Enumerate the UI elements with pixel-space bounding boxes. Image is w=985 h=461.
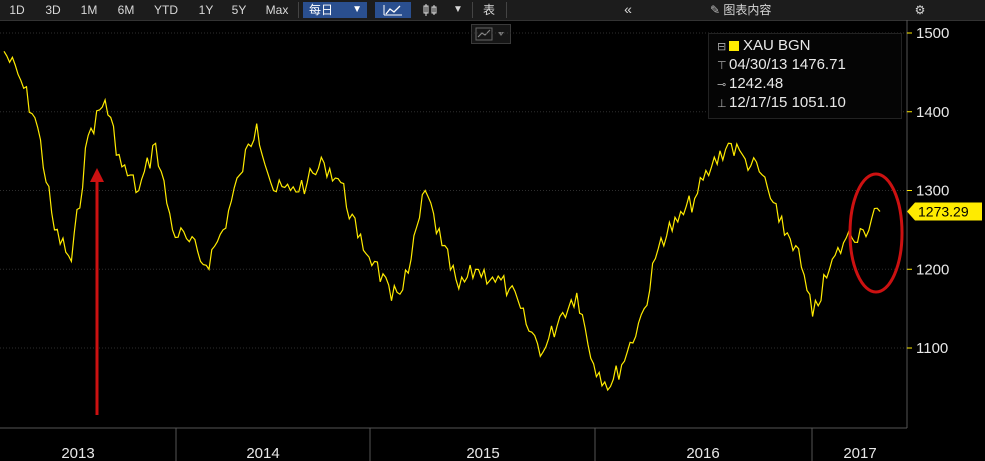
- range-ytd-button[interactable]: YTD: [149, 2, 183, 18]
- chart-content-label: 图表内容: [723, 3, 772, 17]
- gear-icon: ⚙: [914, 3, 926, 17]
- chevron-down-icon: ▼: [352, 4, 362, 15]
- candlestick-chart-button[interactable]: [418, 2, 444, 18]
- x-tick-label-2015: 2015: [466, 445, 499, 461]
- legend-high-date: 04/30/13: [729, 56, 788, 73]
- x-axis-ticks: 2013 2014 2015 2016 2017: [61, 428, 877, 461]
- x-tick-label-2014: 2014: [246, 445, 279, 461]
- legend-series-row: ⊟ XAU BGN: [717, 37, 811, 55]
- range-6m-button[interactable]: 6M: [112, 2, 140, 18]
- toolbar-divider: [506, 2, 507, 18]
- y-tick-label-1200: 1200: [916, 261, 949, 278]
- collapse-panel-button[interactable]: «: [610, 2, 646, 18]
- range-1y-button[interactable]: 1Y: [193, 2, 219, 18]
- legend-toggle-icon[interactable]: ⊟: [717, 38, 729, 56]
- toolbar-divider: [472, 2, 473, 18]
- legend-high-row: ⊤ 04/30/13 1476.71: [717, 56, 846, 74]
- legend-average-row: ⊸ 1242.48: [717, 75, 783, 93]
- legend-average-value: 1242.48: [729, 75, 784, 92]
- chart-type-chevron-icon[interactable]: ▼: [451, 2, 465, 18]
- annotation-arrow-head: [90, 168, 104, 182]
- average-marker-icon: ⊸: [717, 79, 727, 91]
- legend-box: ⊟ XAU BGN ⊤ 04/30/13 1476.71 ⊸ 1242.48 ⊥ 12/…: [708, 33, 902, 119]
- high-marker-icon: ⊤: [717, 60, 727, 72]
- range-5y-button[interactable]: 5Y: [226, 2, 252, 18]
- x-tick-label-2017: 2017: [843, 445, 876, 461]
- line-chart-type-button[interactable]: [375, 2, 411, 18]
- y-tick-label-1300: 1300: [916, 183, 949, 200]
- legend-low-value: 1051.10: [791, 94, 846, 111]
- legend-high-value: 1476.71: [791, 56, 846, 73]
- low-marker-icon: ⊥: [717, 98, 727, 110]
- last-value-label: 1273.29: [918, 204, 969, 220]
- table-view-button[interactable]: 表: [478, 2, 500, 18]
- legend-low-row: ⊥ 12/17/15 1051.10: [717, 94, 846, 112]
- chart-content-button[interactable]: ✎ 图表内容: [710, 2, 830, 18]
- settings-gear-button[interactable]: ⚙: [908, 2, 932, 18]
- line-chart-icon: [383, 5, 402, 16]
- candlestick-icon: [423, 4, 437, 16]
- y-tick-label-1400: 1400: [916, 104, 949, 121]
- y-tick-label-1500: 1500: [916, 25, 949, 42]
- legend-series-name: XAU BGN: [743, 37, 811, 54]
- pencil-icon: ✎: [710, 3, 724, 17]
- x-tick-label-2013: 2013: [61, 445, 94, 461]
- y-tick-label-1100: 1100: [916, 340, 948, 357]
- y-axis-ticks: 1100 1200 1300 1400 1500: [907, 25, 949, 357]
- range-3d-button[interactable]: 3D: [40, 2, 66, 18]
- chart-toolbar: 1D 3D 1M 6M YTD 1Y 5Y Max 每日 ▼ ▼ 表 « ✎ 图…: [0, 0, 985, 21]
- last-value-tag: 1273.29: [907, 202, 982, 221]
- legend-low-date: 12/17/15: [729, 94, 788, 111]
- frequency-label: 每日: [309, 3, 334, 17]
- legend-swatch: [729, 41, 739, 51]
- frequency-dropdown[interactable]: 每日 ▼: [303, 2, 367, 18]
- range-max-button[interactable]: Max: [260, 2, 294, 18]
- x-tick-label-2016: 2016: [686, 445, 719, 461]
- range-1d-button[interactable]: 1D: [4, 2, 30, 18]
- range-1m-button[interactable]: 1M: [76, 2, 102, 18]
- toolbar-divider: [298, 2, 299, 18]
- annotation-ellipse: [848, 172, 904, 294]
